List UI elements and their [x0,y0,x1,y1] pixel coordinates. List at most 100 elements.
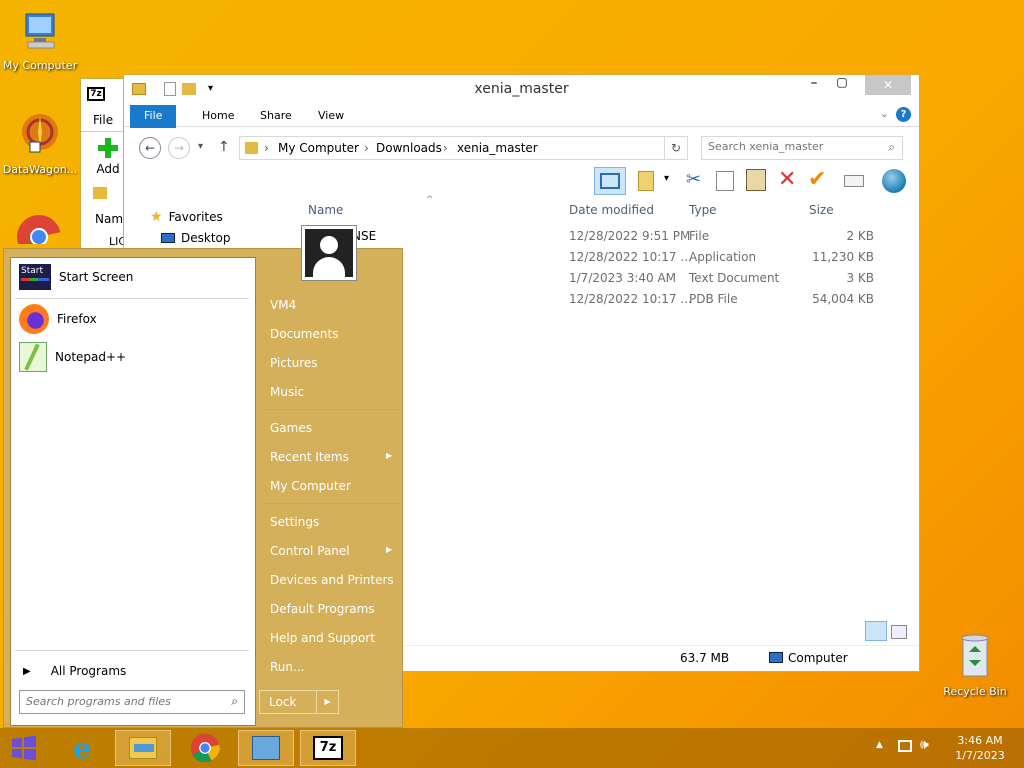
status-computer-icon [769,652,783,663]
details-view-button[interactable] [865,621,887,641]
desktop-icon-recycle-bin[interactable]: Recycle Bin [935,630,1015,698]
start-menu-programs: Start Start Screen Firefox Notepad++ ▶ A… [10,257,256,726]
column-header-date[interactable]: Date modified [569,203,654,217]
file-size: 54,004 KB [812,292,874,306]
star-icon: ★ [150,209,163,225]
user-avatar[interactable] [301,225,357,281]
file-date: 1/7/2023 3:40 AM [569,271,677,285]
submenu-arrow-icon: ▶ [386,451,393,460]
title-bar[interactable]: ▾ xenia_master – ▢ ✕ [124,75,919,103]
lock-button[interactable]: Lock ▶ [259,690,339,714]
refresh-button[interactable]: ↻ [664,136,688,160]
cut-icon[interactable]: ✂ [686,169,701,190]
start-right-games[interactable]: Games [266,416,402,440]
column-header-name[interactable]: Name [308,203,343,217]
start-right-control-panel[interactable]: Control Panel [266,539,402,563]
up-button[interactable]: ↑ [218,139,230,155]
close-button[interactable]: ✕ [865,75,911,95]
maximize-button[interactable]: ▢ [829,75,855,95]
favorites-item[interactable]: ★ Favorites [150,209,223,225]
desktop-icon-label: Recycle Bin [943,685,1007,698]
breadcrumb-xenia-master[interactable]: xenia_master [457,141,538,155]
paste-icon[interactable] [746,169,766,191]
desktop-icon-my-computer[interactable]: My Computer [0,10,80,72]
start-screen-item[interactable]: Start Start Screen [19,260,133,294]
globe-icon[interactable] [882,169,906,193]
file-size: 2 KB [846,229,874,243]
desktop-icon-label: My Computer [2,59,78,72]
search-icon[interactable]: ⌕ [888,140,895,155]
network-icon[interactable] [898,740,912,752]
preview-pane-icon[interactable] [594,167,626,195]
tab-share[interactable]: Share [246,105,306,127]
desktop-icon-chrome[interactable] [16,214,62,244]
start-right-vm4[interactable]: VM4 [266,293,402,317]
start-menu: Start Start Screen Firefox Notepad++ ▶ A… [3,225,403,728]
breadcrumb-my-computer[interactable]: My Computer [278,141,359,155]
start-right-run[interactable]: Run... [266,655,402,679]
column-header-size[interactable]: Size [809,203,834,217]
search-box[interactable]: ⌕ [701,136,903,160]
start-screen-label: Start Screen [59,270,134,284]
properties-toolbar-icon[interactable] [638,171,654,191]
desktop-icon-datawagon[interactable]: DataWagon... [0,110,80,176]
taskbar-control-panel[interactable] [238,730,294,766]
column-headers: Name ^ Date modified Type Size [300,195,882,223]
rename-icon[interactable]: ✔ [808,167,826,192]
sevenzip-menu-file[interactable]: File [93,113,113,127]
lock-options-icon[interactable]: ▶ [316,691,338,713]
tab-home[interactable]: Home [188,105,248,127]
file-row[interactable]: NSE 12/28/2022 9:51 PM File 2 KB [300,229,882,249]
taskbar-file-explorer[interactable] [115,730,171,766]
file-size: 11,230 KB [812,250,874,264]
start-right-pictures[interactable]: Pictures [266,351,402,375]
minimize-button[interactable]: – [801,75,827,95]
search-input[interactable] [708,140,873,153]
start-right-recent-items[interactable]: Recent Items [266,445,402,469]
search-icon[interactable]: ⌕ [231,694,238,709]
tab-view[interactable]: View [304,105,358,127]
desktop-label: Desktop [181,231,231,245]
taskbar-7zip[interactable]: 7z [300,730,356,766]
start-right-settings[interactable]: Settings [266,510,402,534]
volume-icon[interactable]: 🕪 [920,737,929,753]
help-icon[interactable]: ? [896,107,911,122]
file-date: 12/28/2022 10:17 ... [569,292,692,306]
taskbar-chrome[interactable] [177,730,233,766]
start-right-my-computer[interactable]: My Computer [266,474,402,498]
start-right-default-programs[interactable]: Default Programs [266,597,402,621]
start-right-devices-printers[interactable]: Devices and Printers [266,568,402,592]
column-header-type[interactable]: Type [689,203,717,217]
start-right-music[interactable]: Music [266,380,402,404]
ribbon-expand-icon[interactable]: ⌄ [880,107,889,120]
forward-button[interactable]: → [168,137,190,159]
notepadpp-label: Notepad++ [55,350,127,364]
copy-icon[interactable] [716,171,734,191]
recent-locations-icon[interactable]: ▾ [198,141,203,152]
start-right-help-support[interactable]: Help and Support [266,626,402,650]
lock-label: Lock [269,695,297,709]
start-right-documents[interactable]: Documents [266,322,402,346]
large-icons-view-button[interactable] [891,625,907,639]
dropdown-icon[interactable]: ▾ [664,173,669,184]
up-folder-icon[interactable] [93,187,107,199]
start-button[interactable] [0,730,48,766]
clock[interactable]: 3:46 AM 1/7/2023 [948,733,1012,763]
firefox-item[interactable]: Firefox [19,302,97,336]
breadcrumb-downloads[interactable]: Downloads [376,141,442,155]
all-programs-item[interactable]: ▶ All Programs [23,654,126,688]
tab-file[interactable]: File [130,105,177,128]
start-search-input[interactable] [26,695,216,708]
add-button[interactable]: Add [93,137,123,176]
show-hidden-icons-icon[interactable]: ▲ [876,740,883,750]
address-bar[interactable]: › My Computer › Downloads › xenia_master… [239,136,687,160]
desktop-nav-item[interactable]: Desktop [161,231,231,245]
back-button[interactable]: ← [139,137,161,159]
desktop-icon [161,233,175,243]
notepadpp-item[interactable]: Notepad++ [19,340,126,374]
firefox-icon [19,304,49,334]
taskbar-internet-explorer[interactable]: e [54,730,110,766]
delete-icon[interactable]: ✕ [778,167,796,192]
start-search-box[interactable]: ⌕ [19,690,245,714]
select-icon[interactable] [844,175,864,187]
